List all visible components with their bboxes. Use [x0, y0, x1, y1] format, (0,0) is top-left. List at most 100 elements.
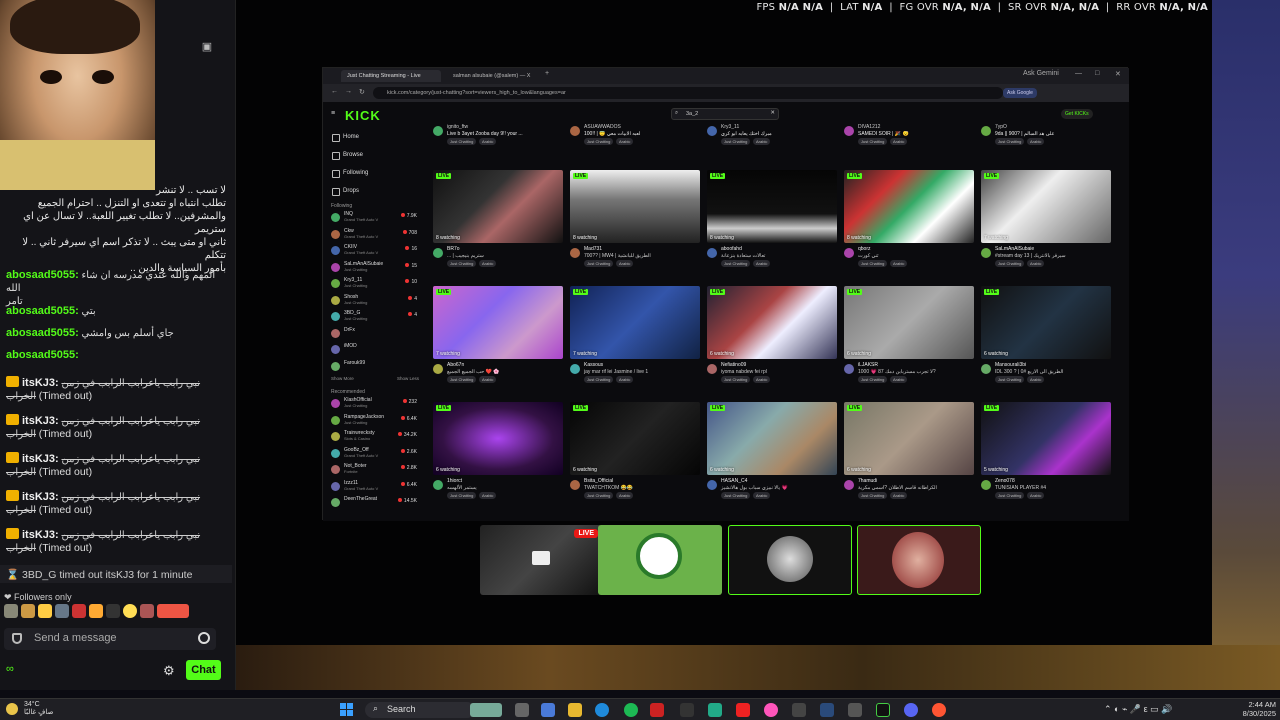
chat-username[interactable]: itsKJ3: — [22, 529, 59, 541]
widgets-icon[interactable] — [541, 703, 555, 717]
task-view-icon[interactable] — [515, 703, 529, 717]
show-less-link[interactable]: Show Less — [397, 376, 419, 381]
stream-card[interactable]: LIVE 8 watching qborz ثني كورت Just Chatting… — [844, 170, 974, 276]
tag-just-chatting[interactable]: Just Chatting — [721, 260, 751, 267]
chat-username[interactable]: itsKJ3: — [22, 415, 59, 427]
back-icon[interactable]: ← — [331, 88, 338, 95]
tag-just-chatting[interactable]: Just Chatting — [858, 260, 888, 267]
tag-arabic[interactable]: Arabic — [616, 492, 634, 499]
tag-arabic[interactable]: Arabic — [890, 138, 908, 145]
game-icon[interactable] — [470, 703, 502, 717]
chat-button[interactable]: Chat — [186, 660, 221, 680]
voice-app-icon[interactable] — [650, 703, 664, 717]
stream-card-partial[interactable]: ignito_ftw Live b 3ayet Zooba day 9!! you… — [433, 124, 563, 158]
discord-icon[interactable] — [904, 703, 918, 717]
tag-arabic[interactable]: Arabic — [479, 138, 497, 145]
tag-just-chatting[interactable]: Just Chatting — [995, 260, 1025, 267]
stream-card[interactable]: LIVE 8 watching Mad731 700?? | MW4 | الطريق… — [570, 170, 700, 276]
stream-card[interactable]: LIVE 7 watching Abo67n حب الجميع الجميع ❤️ … — [433, 286, 563, 392]
terminal-icon[interactable] — [876, 703, 890, 717]
tag-arabic[interactable]: Arabic — [616, 376, 634, 383]
epic-icon[interactable] — [848, 703, 862, 717]
show-more-link[interactable]: Show More — [331, 376, 354, 381]
clock[interactable]: 2:44 AM 8/30/2025 — [1243, 700, 1276, 718]
streamer-name[interactable]: DIVA1212 — [858, 124, 880, 130]
tag-arabic[interactable]: Arabic — [753, 492, 771, 499]
new-tab-icon[interactable]: + — [545, 70, 549, 77]
tag-arabic[interactable]: Arabic — [890, 260, 908, 267]
stream-thumbnail[interactable]: LIVE 8 watching — [707, 170, 837, 243]
chat-username[interactable]: abosaad5055: — [6, 305, 79, 317]
sidebar-channel[interactable]: Not_Boter Fortnite 2.8K — [331, 463, 419, 480]
sidebar-channel[interactable]: Izzz11 Grand Theft Auto V 6.4K — [331, 480, 419, 497]
streamer-name[interactable]: Kry3_11 — [721, 124, 739, 130]
ask-google-button[interactable]: Ask Google — [1003, 88, 1037, 98]
streamer-name[interactable]: 7ypO — [995, 124, 1007, 130]
streamer-name[interactable]: ASUAWWADOS — [584, 124, 621, 130]
tab-x[interactable]: salman alsubaie (@salem) — X — [447, 70, 542, 82]
sidebar-channel[interactable]: Ckw Grand Theft Auto V 708 — [331, 228, 419, 245]
stream-card[interactable]: LIVE 6 watching iLJAKSR لا تجرب مستربابن دم… — [844, 286, 974, 392]
tag-arabic[interactable]: Arabic — [753, 260, 771, 267]
stream-card[interactable]: LIVE 8 watching BR7o... | ستريم بنيجيب Just… — [433, 170, 563, 276]
tag-arabic[interactable]: Arabic — [479, 376, 497, 383]
nav-following[interactable]: Following — [331, 164, 419, 182]
tag-arabic[interactable]: Arabic — [1027, 260, 1045, 267]
sidebar-channel[interactable]: CKIIV Grand Theft Auto V 16 — [331, 244, 419, 261]
start-icon[interactable] — [340, 703, 354, 717]
sidebar-channel[interactable]: GooBz_Off Grand Theft Auto V 2.6K — [331, 447, 419, 464]
tag-just-chatting[interactable]: Just Chatting — [584, 138, 614, 145]
message-input[interactable]: Send a message — [4, 628, 216, 650]
nav-browse[interactable]: Browse — [331, 146, 419, 164]
tag-just-chatting[interactable]: Just Chatting — [584, 260, 614, 267]
tag-arabic[interactable]: Arabic — [616, 138, 634, 145]
tag-just-chatting[interactable]: Just Chatting — [995, 138, 1025, 145]
stream-thumbnail[interactable]: LIVE 8 watching — [844, 170, 974, 243]
stream-card-partial[interactable]: Kry3_11 مبرك اختك يعابه ابو كري Just Chatt… — [707, 124, 837, 158]
stream-thumbnail[interactable]: LIVE 7 watching — [433, 286, 563, 359]
streamer-name[interactable]: Kassous — [584, 362, 698, 368]
sidebar-channel[interactable]: RampageJackson Just Chatting 6.4K — [331, 414, 419, 431]
edge-icon[interactable] — [595, 703, 609, 717]
sidebar-channel[interactable]: 3BD_G Just Chatting 4 — [331, 310, 419, 327]
stream-thumbnail[interactable]: LIVE 5 watching — [981, 402, 1111, 475]
stream-thumbnail[interactable]: LIVE 8 watching — [570, 170, 700, 243]
tile-mascot[interactable] — [598, 525, 722, 595]
menu-icon[interactable]: ≡ — [331, 110, 335, 117]
sidebar-channel[interactable]: Trainwrecksty Slots & Casino 34.2K — [331, 430, 419, 447]
tag-just-chatting[interactable]: Just Chatting — [995, 376, 1025, 383]
streamer-name[interactable]: Abo67n — [447, 362, 561, 368]
ask-gemini[interactable]: Ask Gemini — [1023, 70, 1059, 77]
address-input[interactable]: kick.com/category/just-chatting?sort=vie… — [373, 87, 1003, 99]
tag-just-chatting[interactable]: Just Chatting — [447, 492, 477, 499]
stream-card[interactable]: LIVE 5 watching Zeno078 TUNISIAN PLAYER #4 J… — [981, 402, 1111, 508]
stream-card[interactable]: LIVE 6 watching HASAN_C4 يالا نبيزي سباب بو… — [707, 402, 837, 508]
tag-arabic[interactable]: Arabic — [1027, 376, 1045, 383]
stream-card-partial[interactable]: DIVA1212 SAMEDI SOIR | 🎉 😴 Just Chatting Ar… — [844, 124, 974, 158]
clear-icon[interactable]: ✕ — [770, 110, 775, 116]
sidebar-channel[interactable]: Kry3_11 Just Chatting 10 — [331, 277, 419, 294]
tag-just-chatting[interactable]: Just Chatting — [584, 492, 614, 499]
tag-just-chatting[interactable]: Just Chatting — [447, 138, 477, 145]
stream-card[interactable]: LIVE 6 watching Bsita_Official TWATCHTKOM 😂… — [570, 402, 700, 508]
streamer-name[interactable]: BR7o — [447, 246, 561, 252]
stream-thumbnail[interactable]: LIVE 6 watching — [844, 402, 974, 475]
spotify-icon[interactable] — [624, 703, 638, 717]
tag-just-chatting[interactable]: Just Chatting — [858, 492, 888, 499]
weather-widget[interactable]: 34°C صافٍ غالبًا — [24, 701, 53, 717]
reload-icon[interactable]: ↻ — [359, 88, 365, 96]
sidebar-channel[interactable]: INQ Grand Theft Auto V 7.9K — [331, 211, 419, 228]
emote-bar[interactable] — [4, 604, 204, 620]
tag-arabic[interactable]: Arabic — [890, 376, 908, 383]
kick-logo[interactable]: KICK — [345, 108, 381, 123]
gear-icon[interactable]: ⚙ — [163, 663, 175, 679]
streamer-name[interactable]: SaLmAnAlSubaie — [995, 246, 1109, 252]
streamer-name[interactable]: Nefiatino09 — [721, 362, 835, 368]
tab-kick[interactable]: Just Chatting Streaming - Live — [341, 70, 441, 82]
sidebar-channel[interactable]: KlashOfficial Just Chatting 232 — [331, 397, 419, 414]
tag-just-chatting[interactable]: Just Chatting — [447, 376, 477, 383]
tag-arabic[interactable]: Arabic — [479, 492, 497, 499]
stream-thumbnail[interactable]: LIVE 6 watching — [844, 286, 974, 359]
streamer-name[interactable]: ignito_ftw — [447, 124, 468, 130]
gift-icon[interactable]: ▣ — [200, 40, 214, 54]
